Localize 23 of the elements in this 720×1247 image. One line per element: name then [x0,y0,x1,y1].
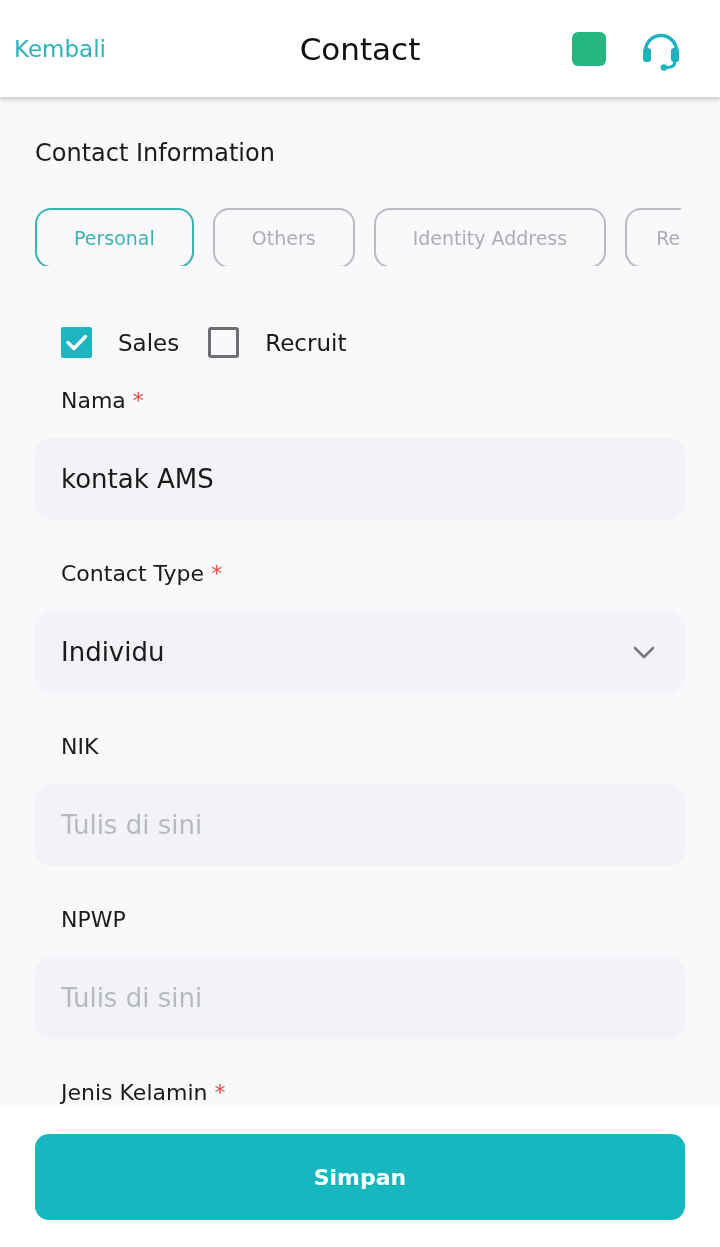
dropdown-field[interactable]: Individu [35,611,685,693]
checkbox-label: Sales [118,329,180,356]
tab[interactable]: Identity Address [373,208,607,266]
field-label: Contact Type * [60,560,224,588]
field-label: NPWP [60,906,127,934]
input-field[interactable]: kontak AMS [35,438,685,520]
input-field[interactable]: Tulis di sini [35,957,685,1039]
checkbox-label: Recruit [265,329,347,356]
save-button[interactable]: Simpan [35,1134,685,1220]
chevron-down-icon [633,645,655,659]
back-link[interactable]: Kembali [14,35,106,62]
checkbox[interactable] [208,327,240,358]
input-field[interactable]: Tulis di sini [35,784,685,866]
checkbox[interactable] [61,327,92,358]
tab[interactable]: Others [212,208,355,266]
field-label: NIK [60,733,100,761]
square-icon[interactable] [572,31,606,66]
tab[interactable]: Re [625,208,683,266]
section-title: Contact Information [35,138,276,168]
page-title: Contact [299,30,421,67]
field-label: Jenis Kelamin * [59,1079,227,1107]
field-label: Nama * [60,387,145,415]
tab[interactable]: Personal [35,208,194,266]
